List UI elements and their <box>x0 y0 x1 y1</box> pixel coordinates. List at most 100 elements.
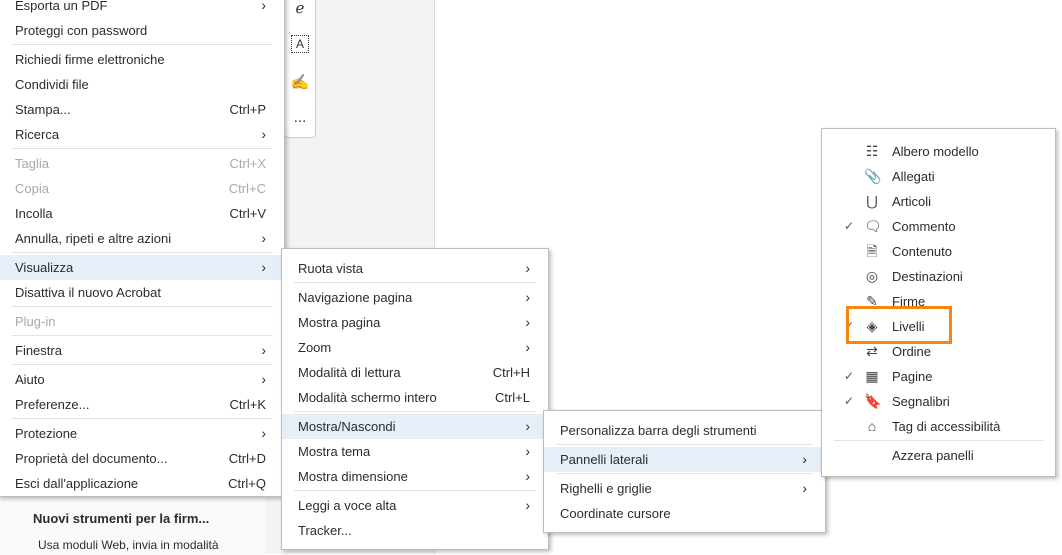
menu-item-articoli[interactable]: ⋃ Articoli <box>822 189 1055 214</box>
menu-item-modalita-di-lettura[interactable]: Modalità di lettura Ctrl+H <box>282 360 548 385</box>
menu-item-label: Aiuto <box>15 372 45 387</box>
shortcut-label: Ctrl+V <box>229 206 266 221</box>
menu-item-proprieta-del-documento[interactable]: Proprietà del documento... Ctrl+D <box>0 446 284 471</box>
shortcut-label: Ctrl+H <box>492 365 530 380</box>
menu-item-label: Modalità schermo intero <box>298 390 437 405</box>
menu-item-destinazioni[interactable]: ◎ Destinazioni <box>822 264 1055 289</box>
menu-item-preferenze[interactable]: Preferenze... Ctrl+K <box>0 392 284 417</box>
menu-item-esci-dall-applicazione[interactable]: Esci dall'applicazione Ctrl+Q <box>0 471 284 496</box>
menu-item-label: Mostra tema <box>298 444 371 459</box>
menu-item-ricerca[interactable]: Ricerca › <box>0 122 284 147</box>
shortcut-label: Ctrl+L <box>494 390 530 405</box>
check-icon: ✓ <box>844 219 855 233</box>
menu-item-pannelli-laterali[interactable]: Pannelli laterali › <box>544 447 825 472</box>
menu-item-label: Zoom <box>298 340 332 355</box>
chevron-right-icon: › <box>261 259 266 275</box>
menu-item-protezione[interactable]: Protezione › <box>0 421 284 446</box>
menu-item-condividi-file[interactable]: Condividi file <box>0 72 284 97</box>
menu-item-label: Stampa... <box>15 102 71 117</box>
menu-item-coordinate-cursore[interactable]: Coordinate cursore <box>544 501 825 526</box>
pages-grid-icon: ▦ <box>865 368 879 384</box>
menu-item-visualizza[interactable]: Visualizza › <box>0 255 284 280</box>
chevron-right-icon: › <box>525 289 530 305</box>
menu-item-allegati[interactable]: 📎 Allegati <box>822 164 1055 189</box>
menu-item-label: Ordine <box>892 344 932 359</box>
chevron-right-icon: › <box>525 314 530 330</box>
menu-item-label: Esporta un PDF <box>15 0 108 13</box>
menu-item-finestra[interactable]: Finestra › <box>0 338 284 363</box>
menu-item-stampa[interactable]: Stampa... Ctrl+P <box>0 97 284 122</box>
more-tools-icon[interactable]: ... <box>289 109 311 131</box>
shortcut-label: Ctrl+Q <box>228 476 266 491</box>
shortcut-label: Ctrl+D <box>228 451 266 466</box>
panel-subtitle: Usa moduli Web, invia in modalità <box>38 538 219 552</box>
chevron-right-icon: › <box>261 342 266 358</box>
menu-item-copia: Copia Ctrl+C <box>0 176 284 201</box>
menu-item-leggi-a-voce-alta[interactable]: Leggi a voce alta › <box>282 493 548 518</box>
menu-item-contenuto[interactable]: 🗎 Contenuto <box>822 239 1055 264</box>
menu-item-label: Protezione <box>15 426 78 441</box>
shortcut-label: Ctrl+P <box>229 102 266 117</box>
menu-item-proteggi-con-password[interactable]: Proteggi con password <box>0 18 284 43</box>
menu-item-mostra-tema[interactable]: Mostra tema › <box>282 439 548 464</box>
menu-item-label: Segnalibri <box>892 394 950 409</box>
menu-item-modalita-schermo-intero[interactable]: Modalità schermo intero Ctrl+L <box>282 385 548 410</box>
menu-item-label: Articoli <box>892 194 932 209</box>
menu-item-incolla[interactable]: Incolla Ctrl+V <box>0 201 284 226</box>
menu-item-personalizza-barra-degli-strumenti[interactable]: Personalizza barra degli strumenti <box>544 418 825 443</box>
visualizza-submenu: Ruota vista › Navigazione pagina › Mostra pa… <box>281 248 549 550</box>
menu-item-aiuto[interactable]: Aiuto › <box>0 367 284 392</box>
text-box-icon[interactable]: A <box>291 35 309 53</box>
chevron-right-icon: › <box>525 339 530 355</box>
menu-item-label: Proprietà del documento... <box>15 451 168 466</box>
menu-item-richiedi-firme-elettroniche[interactable]: Richiedi firme elettroniche <box>0 47 284 72</box>
bookmark-icon: 🔖 <box>864 393 882 409</box>
menu-item-disattiva-il-nuovo-acrobat[interactable]: Disattiva il nuovo Acrobat <box>0 280 284 305</box>
menu-item-label: Tag di accessibilità <box>892 419 1001 434</box>
chevron-right-icon: › <box>525 443 530 459</box>
tree-icon: ☷ <box>865 143 879 159</box>
menu-item-mostra-nascondi[interactable]: Mostra/Nascondi › <box>282 414 548 439</box>
menu-item-azzera-panelli[interactable]: Azzera panelli <box>822 443 1055 468</box>
menu-item-label: Finestra <box>15 343 62 358</box>
menu-item-label: Incolla <box>15 206 53 221</box>
sign-pen-icon[interactable]: ✍ <box>289 73 311 95</box>
menu-item-ruota-vista[interactable]: Ruota vista › <box>282 256 548 281</box>
menu-item-pagine[interactable]: ✓ ▦ Pagine <box>822 364 1055 389</box>
menu-item-label: Destinazioni <box>892 269 963 284</box>
chevron-right-icon: › <box>261 371 266 387</box>
chevron-right-icon: › <box>261 126 266 142</box>
menu-item-label: Disattiva il nuovo Acrobat <box>15 285 161 300</box>
menu-item-segnalibri[interactable]: ✓ 🔖 Segnalibri <box>822 389 1055 414</box>
check-icon: ✓ <box>844 394 855 408</box>
freehand-draw-icon[interactable]: ℯ <box>289 0 311 21</box>
menu-item-tracker[interactable]: Tracker... <box>282 518 548 543</box>
menu-item-label: Navigazione pagina <box>298 290 413 305</box>
menu-item-albero-modello[interactable]: ☷ Albero modello <box>822 139 1055 164</box>
menu-item-righelli-e-griglie[interactable]: Righelli e griglie › <box>544 476 825 501</box>
menu-item-zoom[interactable]: Zoom › <box>282 335 548 360</box>
menu-item-label: Ruota vista <box>298 261 364 276</box>
menu-item-mostra-pagina[interactable]: Mostra pagina › <box>282 310 548 335</box>
menu-item-label: Copia <box>15 181 49 196</box>
menu-item-annulla-ripeti-e-altre-azioni[interactable]: Annulla, ripeti e altre azioni › <box>0 226 284 251</box>
menu-item-tag-di-accessibilita[interactable]: ⌂ Tag di accessibilità <box>822 414 1055 439</box>
menu-item-plug-in: Plug-in <box>0 309 284 334</box>
chevron-right-icon: › <box>525 260 530 276</box>
menu-item-label: Mostra pagina <box>298 315 381 330</box>
menu-item-label: Contenuto <box>892 244 952 259</box>
menu-item-navigazione-pagina[interactable]: Navigazione pagina › <box>282 285 548 310</box>
shortcut-label: Ctrl+C <box>228 181 266 196</box>
menu-item-esporta-un-pdf[interactable]: Esporta un PDF › <box>0 0 284 18</box>
menu-item-mostra-dimensione[interactable]: Mostra dimensione › <box>282 464 548 489</box>
callout-highlight-box <box>846 306 952 344</box>
left-panel: Nuovi strumenti per la firm... Usa modul… <box>0 495 265 555</box>
target-icon: ◎ <box>865 268 879 284</box>
menu-item-label: Azzera panelli <box>892 448 974 463</box>
menu-item-label: Richiedi firme elettroniche <box>15 52 165 67</box>
menu-item-label: Condividi file <box>15 77 89 92</box>
menu-item-label: Visualizza <box>15 260 74 275</box>
chevron-right-icon: › <box>525 418 530 434</box>
menu-item-commento[interactable]: ✓ 🗨 Commento <box>822 214 1055 239</box>
menu-item-label: Mostra dimensione <box>298 469 408 484</box>
